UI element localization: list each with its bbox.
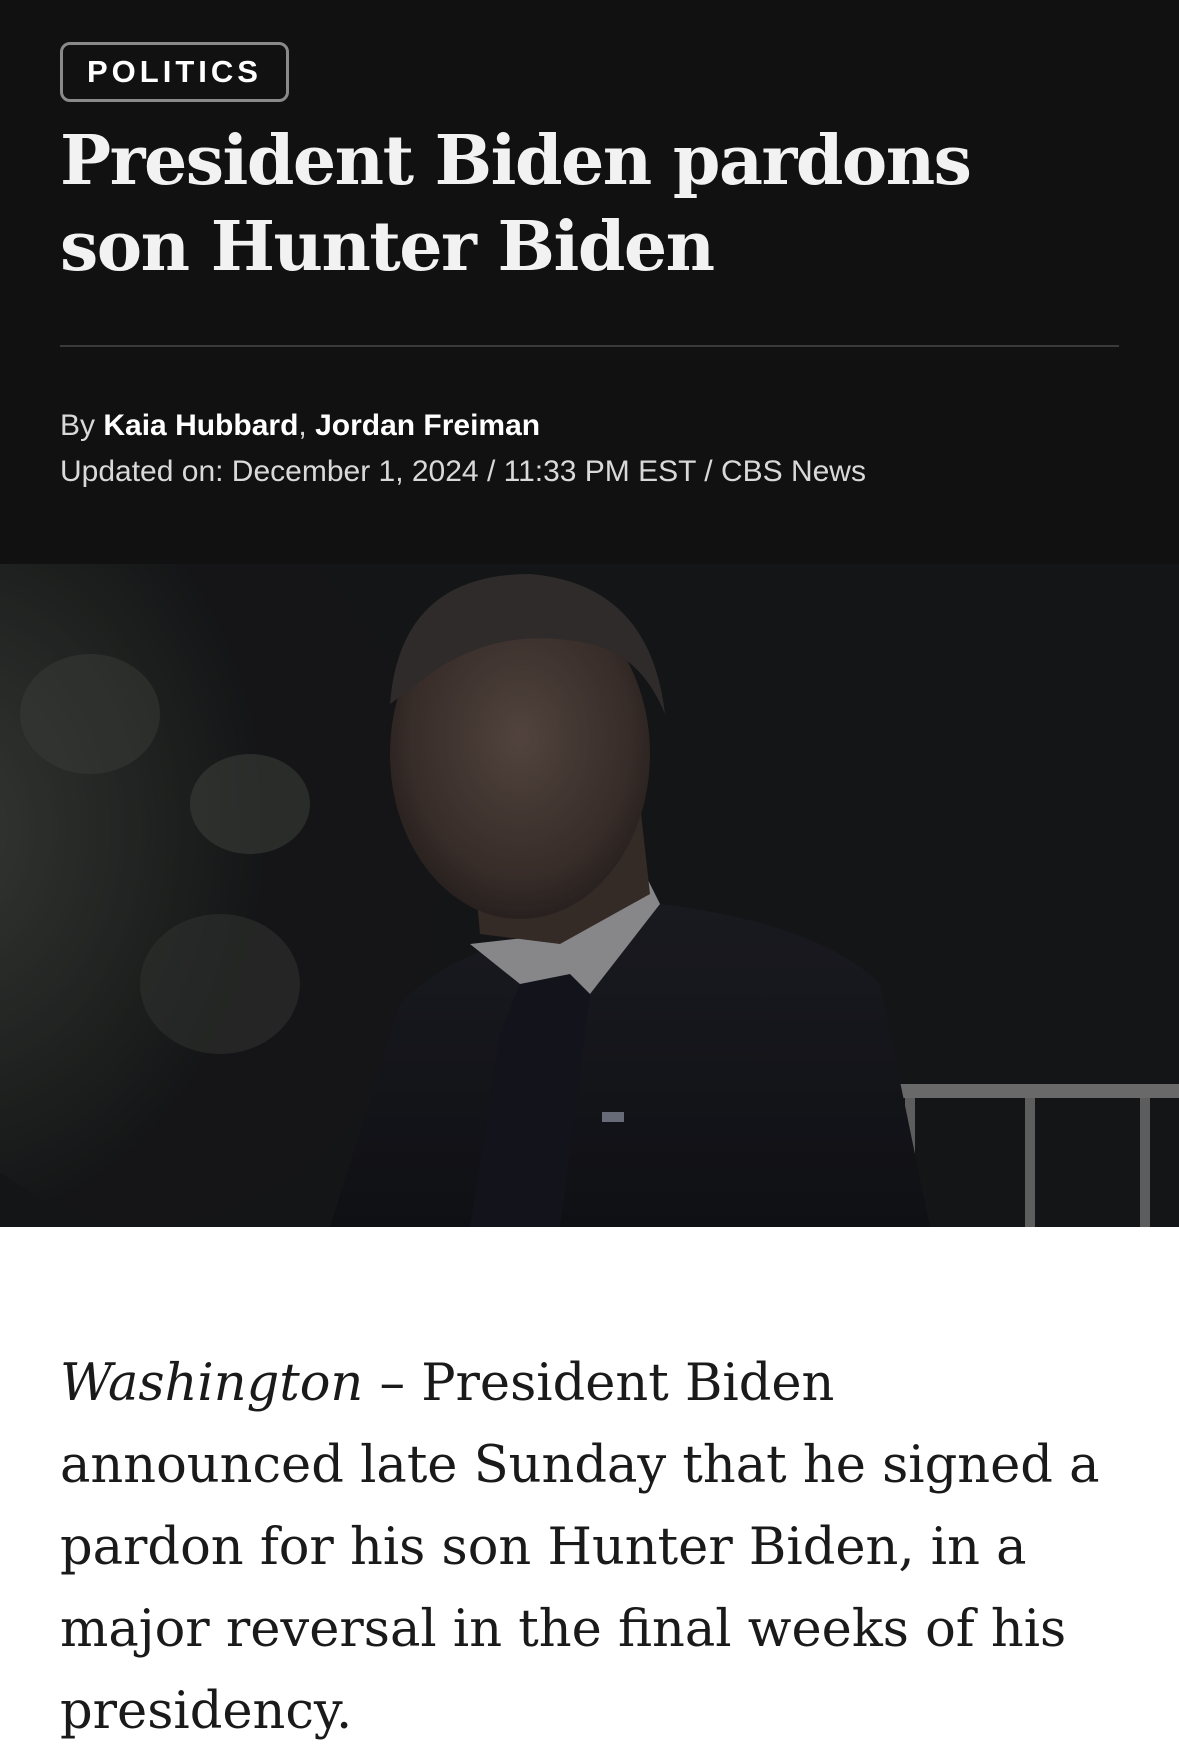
article-lead-paragraph: Washington – President Biden announced l…	[60, 1343, 1130, 1753]
author-link-kaia-hubbard[interactable]: Kaia Hubbard	[103, 409, 298, 442]
dateline-dash: –	[363, 1354, 422, 1413]
author-link-jordan-freiman[interactable]: Jordan Freiman	[315, 409, 540, 442]
category-badge[interactable]: POLITICS	[60, 42, 289, 102]
photo-hunter-biden	[0, 564, 1179, 1227]
byline: By Kaia Hubbard, Jordan Freiman	[60, 408, 540, 444]
article-header: POLITICS President Biden pardons son Hun…	[0, 0, 1179, 564]
article-headline: President Biden pardons son Hunter Biden	[60, 121, 972, 287]
author-separator: ,	[298, 409, 316, 442]
updated-timestamp: Updated on: December 1, 2024 / 11:33 PM …	[60, 455, 866, 488]
header-divider	[60, 345, 1119, 347]
article-dateline: Washington	[60, 1354, 364, 1413]
byline-prefix: By	[60, 409, 104, 442]
hero-photo	[0, 564, 1179, 1227]
